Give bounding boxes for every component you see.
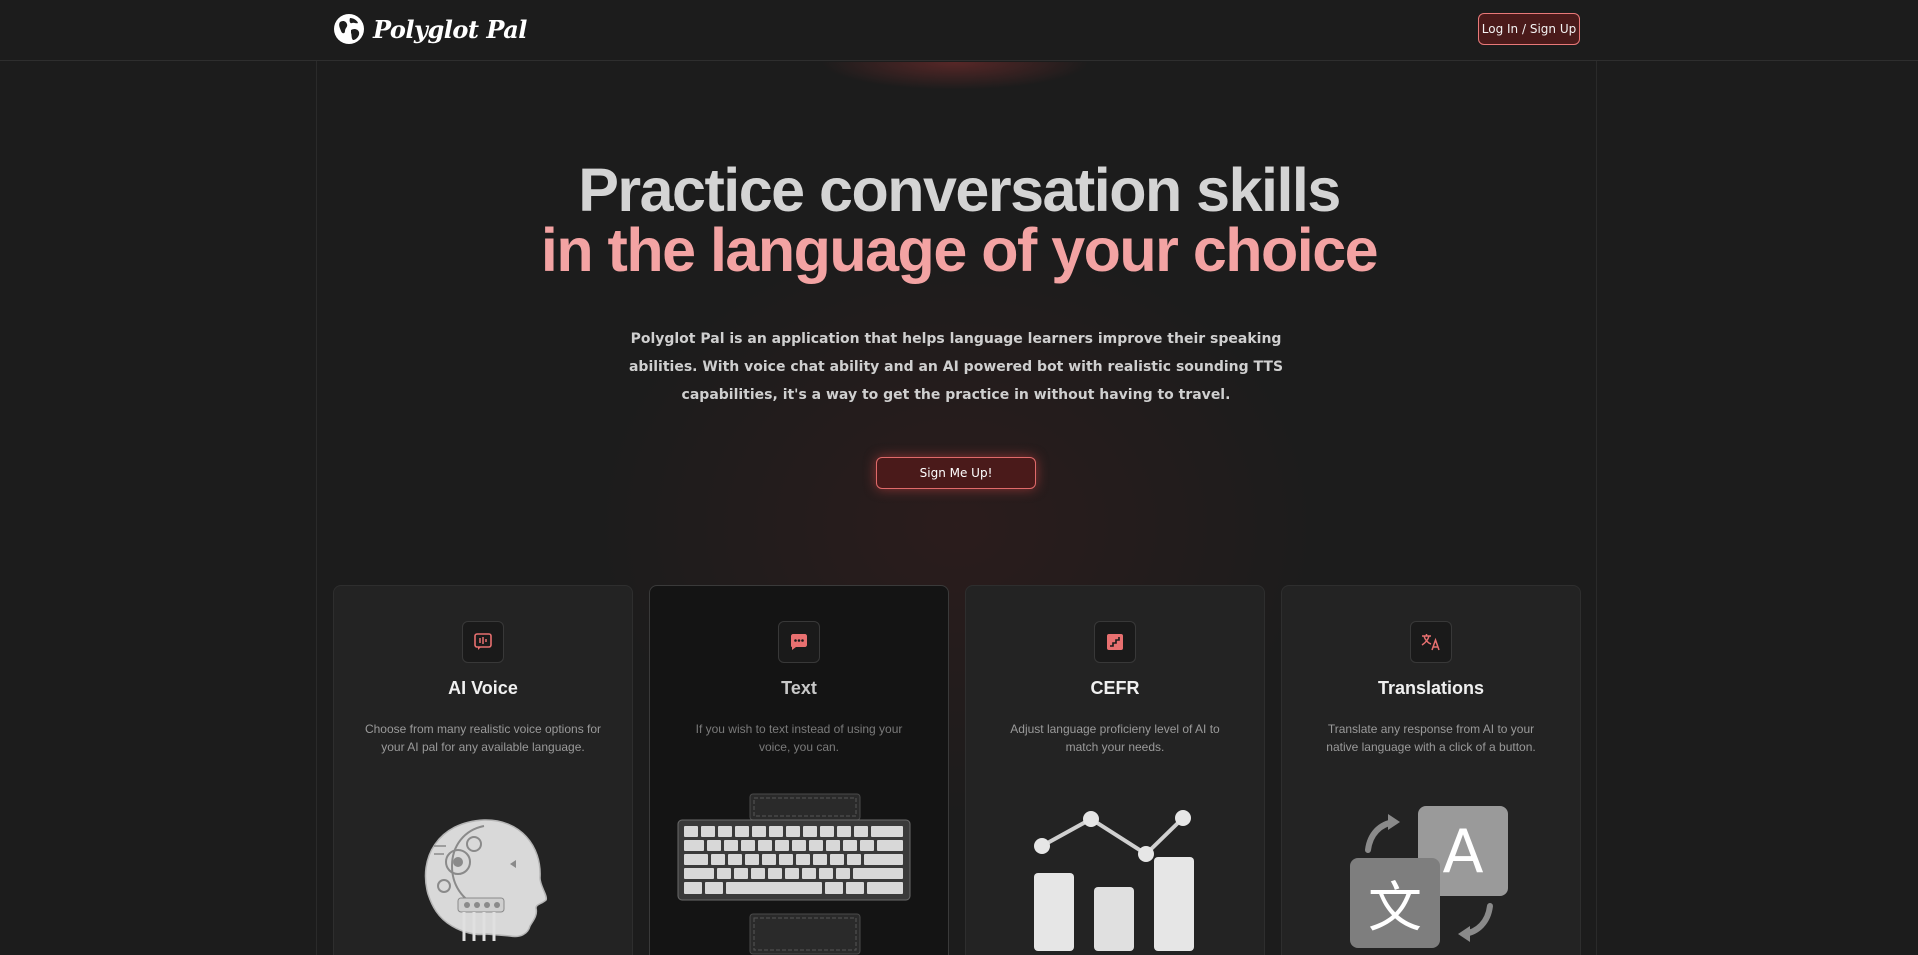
top-glow <box>820 62 1090 90</box>
sign-me-up-button[interactable]: Sign Me Up! <box>876 457 1036 489</box>
logo-text: Polyglot Pal <box>373 14 527 44</box>
navbar: Polyglot Pal Log In / Sign Up <box>0 0 1918 61</box>
feature-card-translations: Translations Translate any response from… <box>1281 585 1581 955</box>
svg-text:A: A <box>1442 817 1483 887</box>
feature-description: If you wish to text instead of using you… <box>695 722 903 754</box>
feature-title: CEFR <box>1090 678 1140 698</box>
feature-card-ai-voice: AI Voice Choose from many realistic voic… <box>333 585 633 955</box>
login-signup-button[interactable]: Log In / Sign Up <box>1478 13 1580 45</box>
hero-description: Polyglot Pal is an application that help… <box>628 331 1284 403</box>
feature-title: Translations <box>1377 678 1485 698</box>
translation-illustration: A 文 <box>1350 806 1508 948</box>
globe-icon <box>334 14 364 44</box>
translate-icon <box>1410 621 1452 663</box>
chart-illustration <box>1034 810 1194 951</box>
feature-title: Text <box>781 678 817 698</box>
robot-head-illustration <box>424 819 548 941</box>
chat-bubble-icon <box>778 621 820 663</box>
feature-description: Adjust language proficieny level of AI t… <box>1010 722 1220 754</box>
feature-description: Choose from many realistic voice options… <box>364 722 602 754</box>
logo[interactable]: Polyglot Pal <box>333 12 527 46</box>
feature-card-cefr: CEFR Adjust language proficieny level of… <box>965 585 1265 955</box>
voice-message-icon <box>462 621 504 663</box>
svg-text:文: 文 <box>1368 876 1422 939</box>
feature-card-text: Text If you wish to text instead of usin… <box>649 585 949 955</box>
hero-title-line2: in the language of your choice <box>540 216 1379 284</box>
stairs-icon <box>1094 621 1136 663</box>
feature-title: AI Voice <box>448 678 518 698</box>
feature-description: Translate any response from AI to your n… <box>1326 722 1536 754</box>
keyboard-illustration <box>677 793 911 955</box>
